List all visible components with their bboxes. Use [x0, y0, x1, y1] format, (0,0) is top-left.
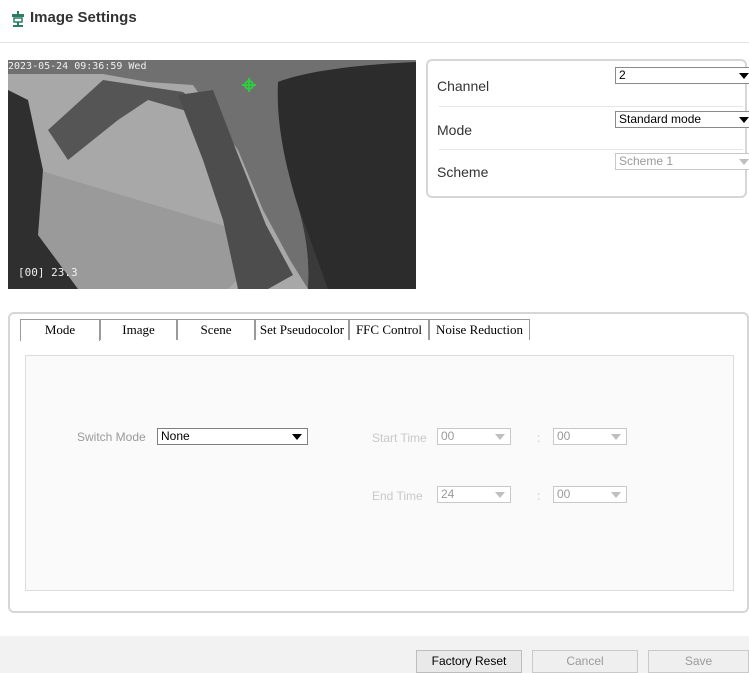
end-minute-value: 00	[557, 487, 571, 501]
chevron-down-icon	[739, 73, 749, 79]
page-title: Image Settings	[30, 9, 137, 26]
mode-select-value: Standard mode	[619, 112, 702, 126]
osd-timestamp: 2023-05-24 09:36:59 Wed	[8, 61, 147, 72]
chevron-down-icon	[292, 434, 302, 440]
mode-tab-content	[25, 355, 734, 591]
save-button[interactable]: Save	[648, 650, 749, 673]
factory-reset-button[interactable]: Factory Reset	[416, 650, 522, 673]
end-hour-select[interactable]: 24	[437, 486, 511, 503]
mode-select[interactable]: Standard mode	[615, 111, 749, 128]
page-header: Image Settings	[0, 0, 749, 43]
channel-select[interactable]: 2	[615, 67, 749, 84]
tab-noise-reduction[interactable]: Noise Reduction	[429, 319, 530, 340]
tab-scene[interactable]: Scene	[177, 319, 255, 340]
tab-set-pseudocolor[interactable]: Set Pseudocolor	[255, 319, 349, 340]
mode-row: Mode Standard mode	[437, 107, 749, 150]
switch-mode-select[interactable]: None	[157, 428, 308, 445]
channel-settings-panel: Channel 2 Mode Standard mode Scheme Sche…	[426, 59, 749, 198]
tab-ffc-control[interactable]: FFC Control	[349, 319, 429, 340]
chevron-down-icon	[495, 492, 505, 498]
scheme-select[interactable]: Scheme 1	[615, 153, 749, 170]
start-time-label: Start Time	[372, 431, 427, 445]
start-minute-select[interactable]: 00	[553, 428, 627, 445]
time-colon: :	[537, 489, 541, 503]
chevron-down-icon	[495, 434, 505, 440]
cancel-button[interactable]: Cancel	[532, 650, 638, 673]
tab-mode[interactable]: Mode	[20, 319, 100, 341]
mode-label: Mode	[437, 122, 473, 138]
end-time-label: End Time	[372, 489, 423, 503]
scheme-select-value: Scheme 1	[619, 154, 674, 168]
channel-label: Channel	[437, 78, 490, 94]
start-hour-select[interactable]: 00	[437, 428, 511, 445]
chevron-down-icon	[739, 117, 749, 123]
end-hour-value: 24	[441, 487, 455, 501]
chevron-down-icon	[611, 434, 621, 440]
chevron-down-icon	[739, 159, 749, 165]
tab-image[interactable]: Image	[100, 319, 177, 340]
switch-mode-label: Switch Mode	[77, 430, 146, 444]
scheme-label: Scheme	[437, 164, 489, 180]
video-preview[interactable]: 2023-05-24 09:36:59 Wed [00] 23.3	[8, 60, 416, 289]
time-colon: :	[537, 431, 541, 445]
start-hour-value: 00	[441, 429, 455, 443]
chevron-down-icon	[611, 492, 621, 498]
osd-temperature: [00] 23.3	[18, 266, 78, 279]
start-minute-value: 00	[557, 429, 571, 443]
end-minute-select[interactable]: 00	[553, 486, 627, 503]
channel-select-value: 2	[619, 68, 626, 82]
image-settings-icon	[12, 11, 24, 27]
scheme-row: Scheme Scheme 1	[437, 150, 749, 193]
thermal-image	[8, 60, 416, 289]
switch-mode-value: None	[161, 429, 190, 443]
crosshair-icon	[242, 78, 256, 92]
channel-row: Channel 2	[437, 61, 749, 107]
